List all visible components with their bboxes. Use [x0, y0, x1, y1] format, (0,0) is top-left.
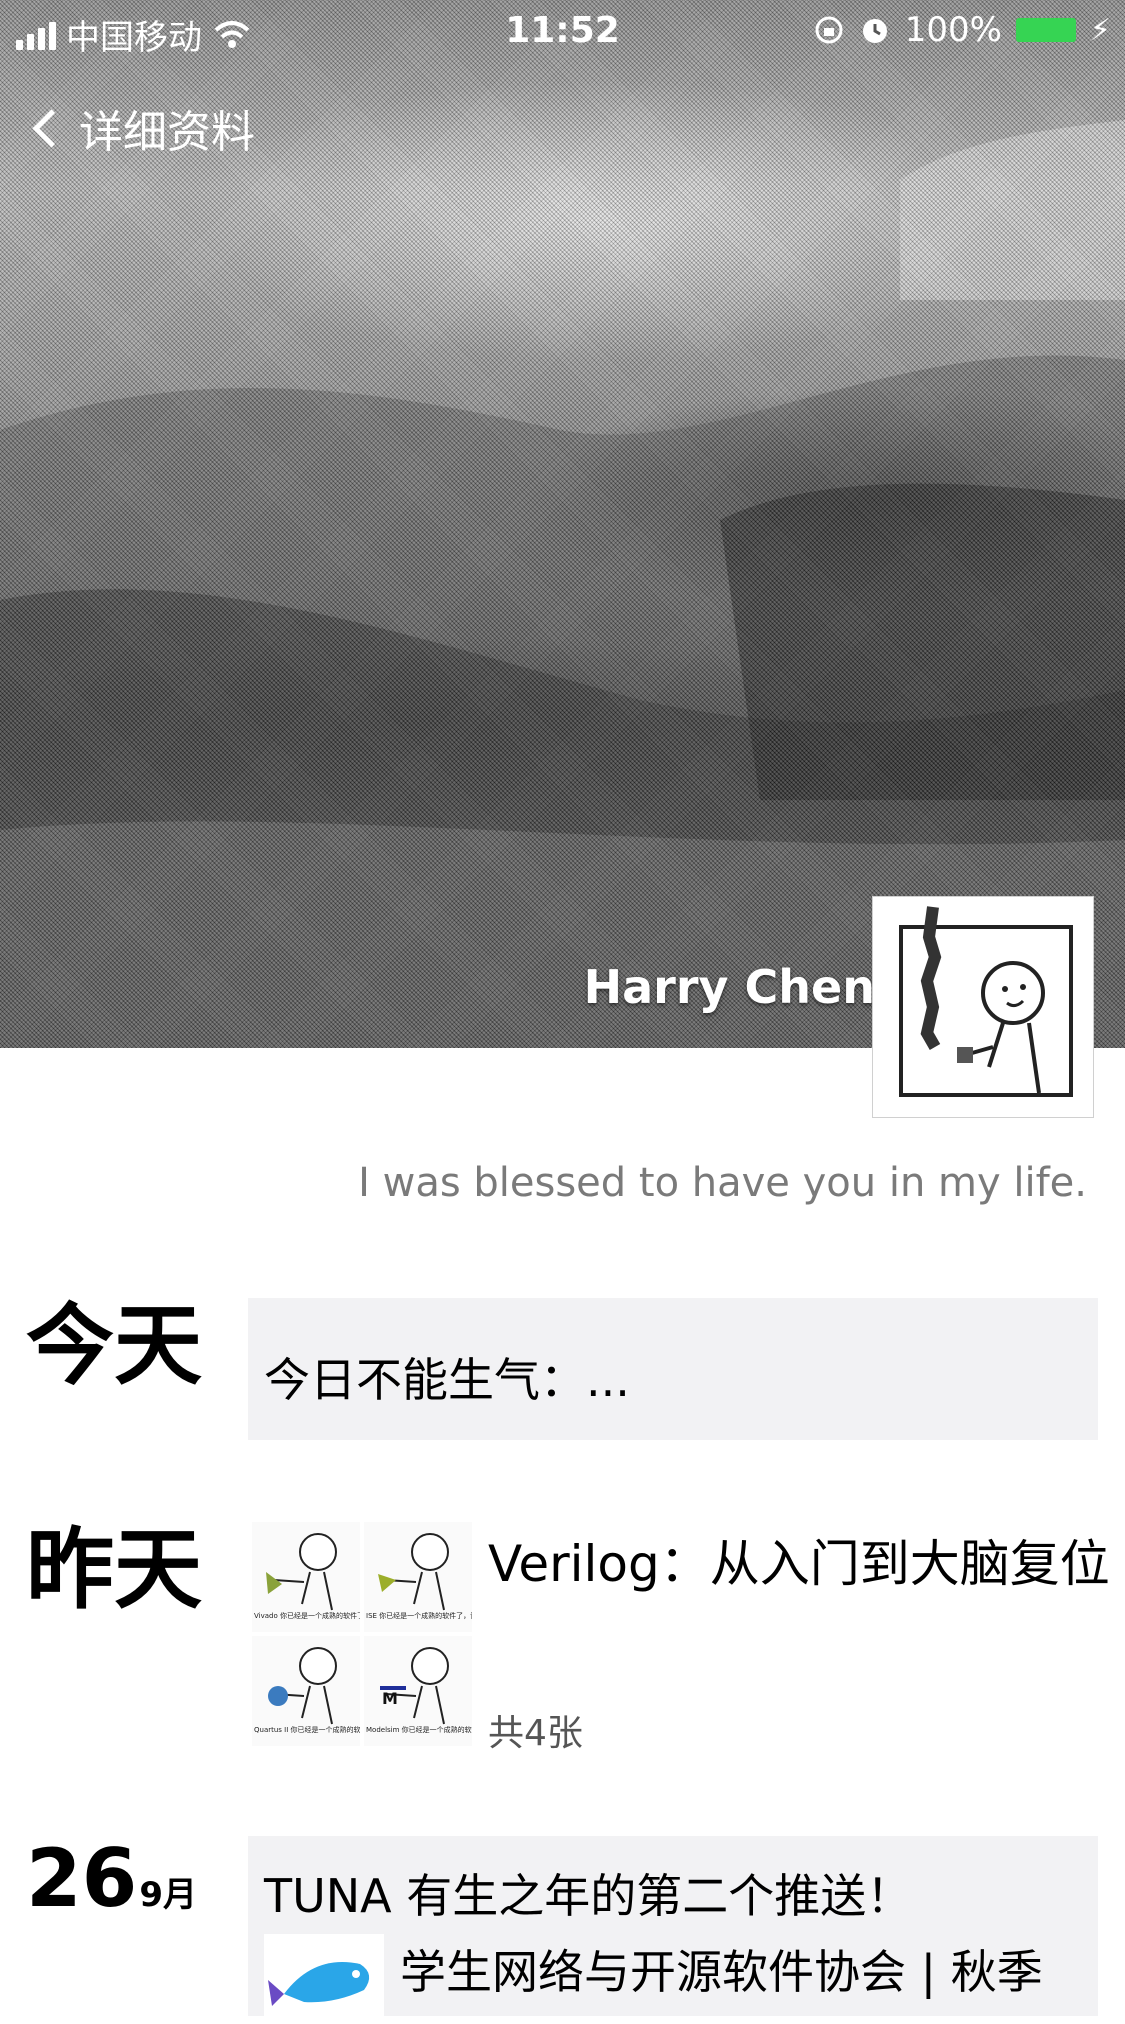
thumbnail-modelsim[interactable]: M Modelsim 你已经是一个成熟的软件了，该学会自己仿真了！！！: [364, 1636, 570, 1746]
stickman-image: ISE 你已经是一个成熟的软件了，该学会自己编译了！！！: [366, 1533, 547, 1620]
post-title-verilog[interactable]: Verilog：从入门到大脑复位: [488, 1524, 1110, 1596]
tuna-logo: [264, 1934, 384, 2024]
fish-icon: [268, 1962, 370, 2006]
stickman-image: M Modelsim 你已经是一个成熟的软件了，该学会自己仿真了！！！: [366, 1647, 570, 1734]
thumbnail-caption: Vivado 你已经是一个成熟的软件了，该学会自己布线了！！！: [254, 1611, 360, 1620]
battery-icon: [1015, 18, 1076, 42]
thumbnail-vivado[interactable]: Vivado 你已经是一个成熟的软件了，该学会自己布线了！！！: [252, 1522, 448, 1632]
stickman-image: Quartus II 你已经是一个成熟的软件了，该学会自己综合了！！！: [254, 1647, 459, 1734]
back-button[interactable]: 详细资料: [28, 96, 255, 160]
avatar-drawing: [899, 906, 1073, 1097]
post-card-today[interactable]: 今日不能生气：...: [248, 1298, 1098, 1440]
thumbnail-caption: ISE 你已经是一个成熟的软件了，该学会自己编译了！！！: [366, 1611, 472, 1620]
svg-text:M: M: [382, 1689, 398, 1708]
day-number: 26: [26, 1832, 138, 1925]
post-text: 今日不能生气：...: [264, 1353, 630, 1407]
thumbnail-ise[interactable]: ISE 你已经是一个成熟的软件了，该学会自己编译了！！！: [364, 1522, 547, 1632]
profile-name: Harry Chen: [583, 960, 875, 1014]
thumbnail-caption: Modelsim 你已经是一个成熟的软件了，该学会自己仿真了！！！: [366, 1725, 472, 1734]
date-label-26: 269月: [26, 1832, 197, 1920]
share-subtitle: 学生网络与开源软件协会 | 秋季: [400, 1945, 1043, 1999]
lock-rotation-icon: [815, 16, 843, 44]
image-count: 共4张: [488, 1713, 583, 1754]
avatar[interactable]: [872, 896, 1094, 1118]
charging-icon: ⚡: [1089, 12, 1111, 48]
thumbnail-quartus[interactable]: Quartus II 你已经是一个成熟的软件了，该学会自己综合了！！！: [252, 1636, 459, 1746]
profile-signature: I was blessed to have you in my life.: [358, 1160, 1087, 1206]
post-thumbnails[interactable]: Vivado 你已经是一个成熟的软件了，该学会自己布线了！！！ ISE 你已经是…: [252, 1522, 570, 1746]
share-title: TUNA 有生之年的第二个推送！: [264, 1869, 913, 1923]
alarm-icon: [862, 19, 887, 43]
thumbnail-caption: Quartus II 你已经是一个成熟的软件了，该学会自己综合了！！！: [254, 1725, 360, 1734]
date-label-yesterday: 昨天: [26, 1518, 203, 1621]
status-bar: 中国移动 11:52 100% ⚡: [0, 0, 1125, 60]
month-label: 9月: [139, 1875, 197, 1915]
chevron-left-icon: [32, 108, 71, 148]
back-label: 详细资料: [79, 107, 255, 158]
battery-percent: 100%: [904, 10, 1002, 50]
date-label-today: 今天: [26, 1294, 203, 1397]
stickman-image: Vivado 你已经是一个成熟的软件了，该学会自己布线了！！！: [254, 1533, 448, 1620]
